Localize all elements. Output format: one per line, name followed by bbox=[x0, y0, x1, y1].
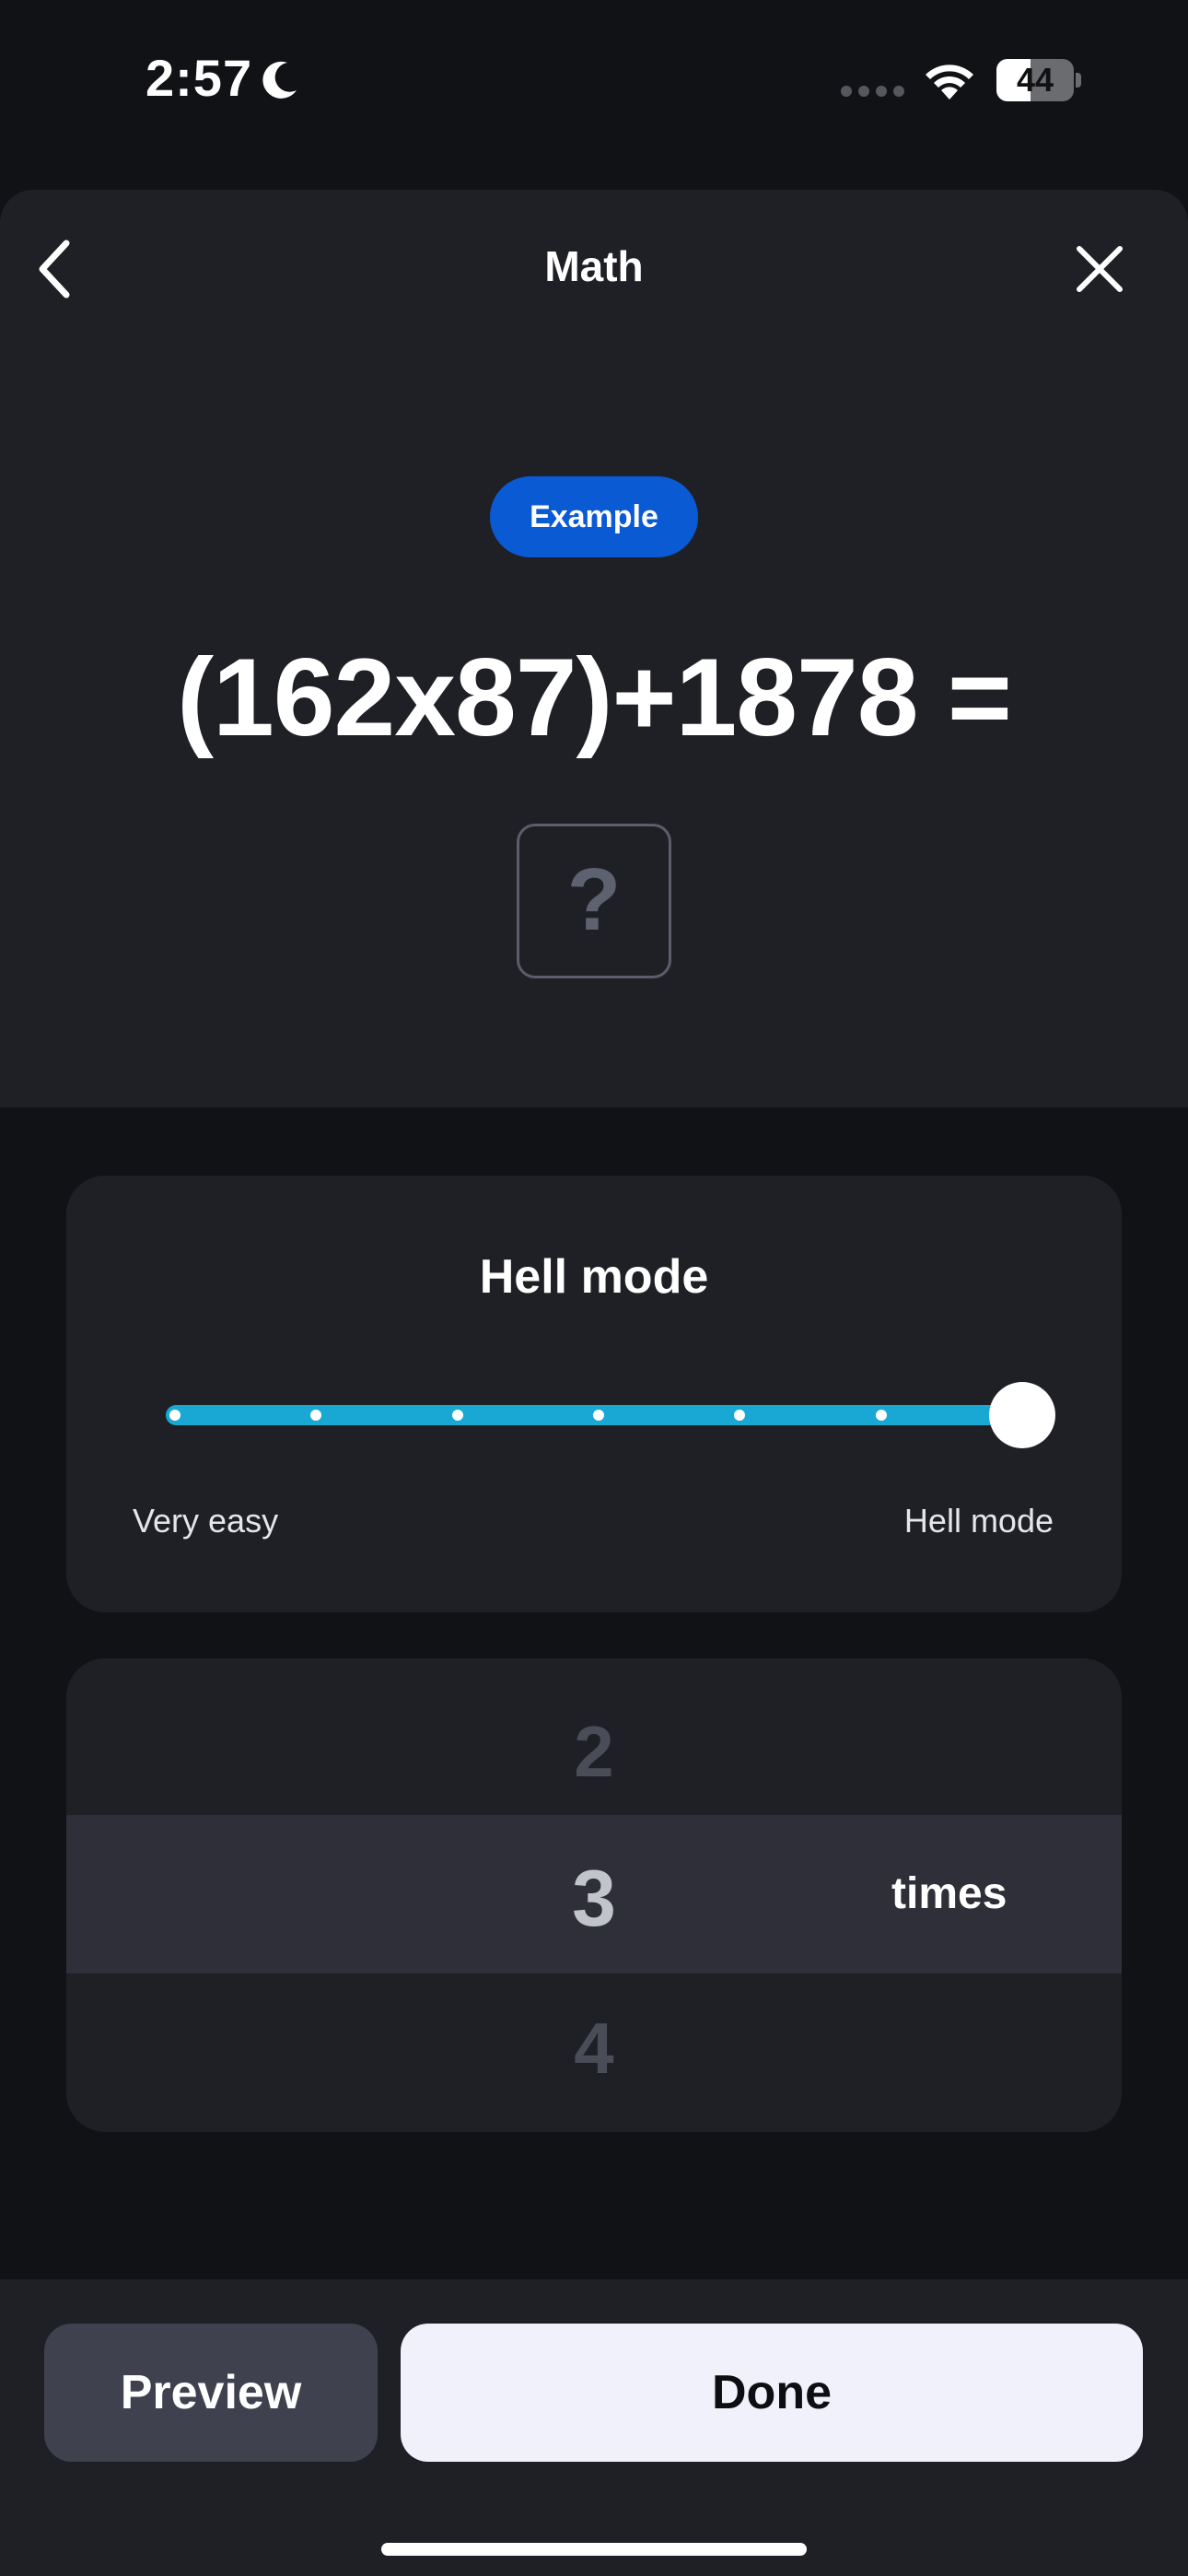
slider-min-label: Very easy bbox=[133, 1502, 279, 1540]
page-title: Math bbox=[544, 242, 644, 290]
example-badge: Example bbox=[490, 476, 698, 557]
repeat-picker[interactable]: 2 3 4 times bbox=[66, 1658, 1122, 2132]
moon-icon bbox=[262, 61, 297, 99]
status-time: 2:57 bbox=[146, 49, 253, 107]
preview-button[interactable]: Preview bbox=[44, 2324, 378, 2462]
close-button[interactable] bbox=[1068, 238, 1131, 300]
cellular-signal-icon bbox=[841, 86, 904, 97]
status-bar: 2:57 44 bbox=[0, 0, 1188, 184]
slider-thumb[interactable] bbox=[989, 1382, 1055, 1448]
slider-step-dot[interactable] bbox=[875, 1410, 887, 1421]
answer-box: ? bbox=[517, 824, 671, 978]
difficulty-slider[interactable] bbox=[166, 1378, 1059, 1452]
close-icon bbox=[1077, 246, 1123, 292]
picker-option-next[interactable]: 4 bbox=[66, 2007, 1122, 2090]
battery-indicator: 44 bbox=[996, 59, 1081, 101]
slider-step-dot[interactable] bbox=[593, 1410, 604, 1421]
battery-level: 44 bbox=[1016, 61, 1054, 99]
done-button[interactable]: Done bbox=[401, 2324, 1143, 2462]
slider-step-dot[interactable] bbox=[169, 1410, 181, 1421]
math-expression: (162x87)+1878 = bbox=[177, 636, 1012, 759]
home-indicator bbox=[381, 2543, 807, 2556]
picker-unit-label: times bbox=[891, 1869, 1007, 1918]
slider-max-label: Hell mode bbox=[903, 1502, 1054, 1540]
wifi-icon bbox=[926, 64, 973, 100]
difficulty-title: Hell mode bbox=[479, 1250, 709, 1304]
slider-step-dot[interactable] bbox=[451, 1410, 463, 1421]
picker-option-previous[interactable]: 2 bbox=[66, 1710, 1122, 1794]
